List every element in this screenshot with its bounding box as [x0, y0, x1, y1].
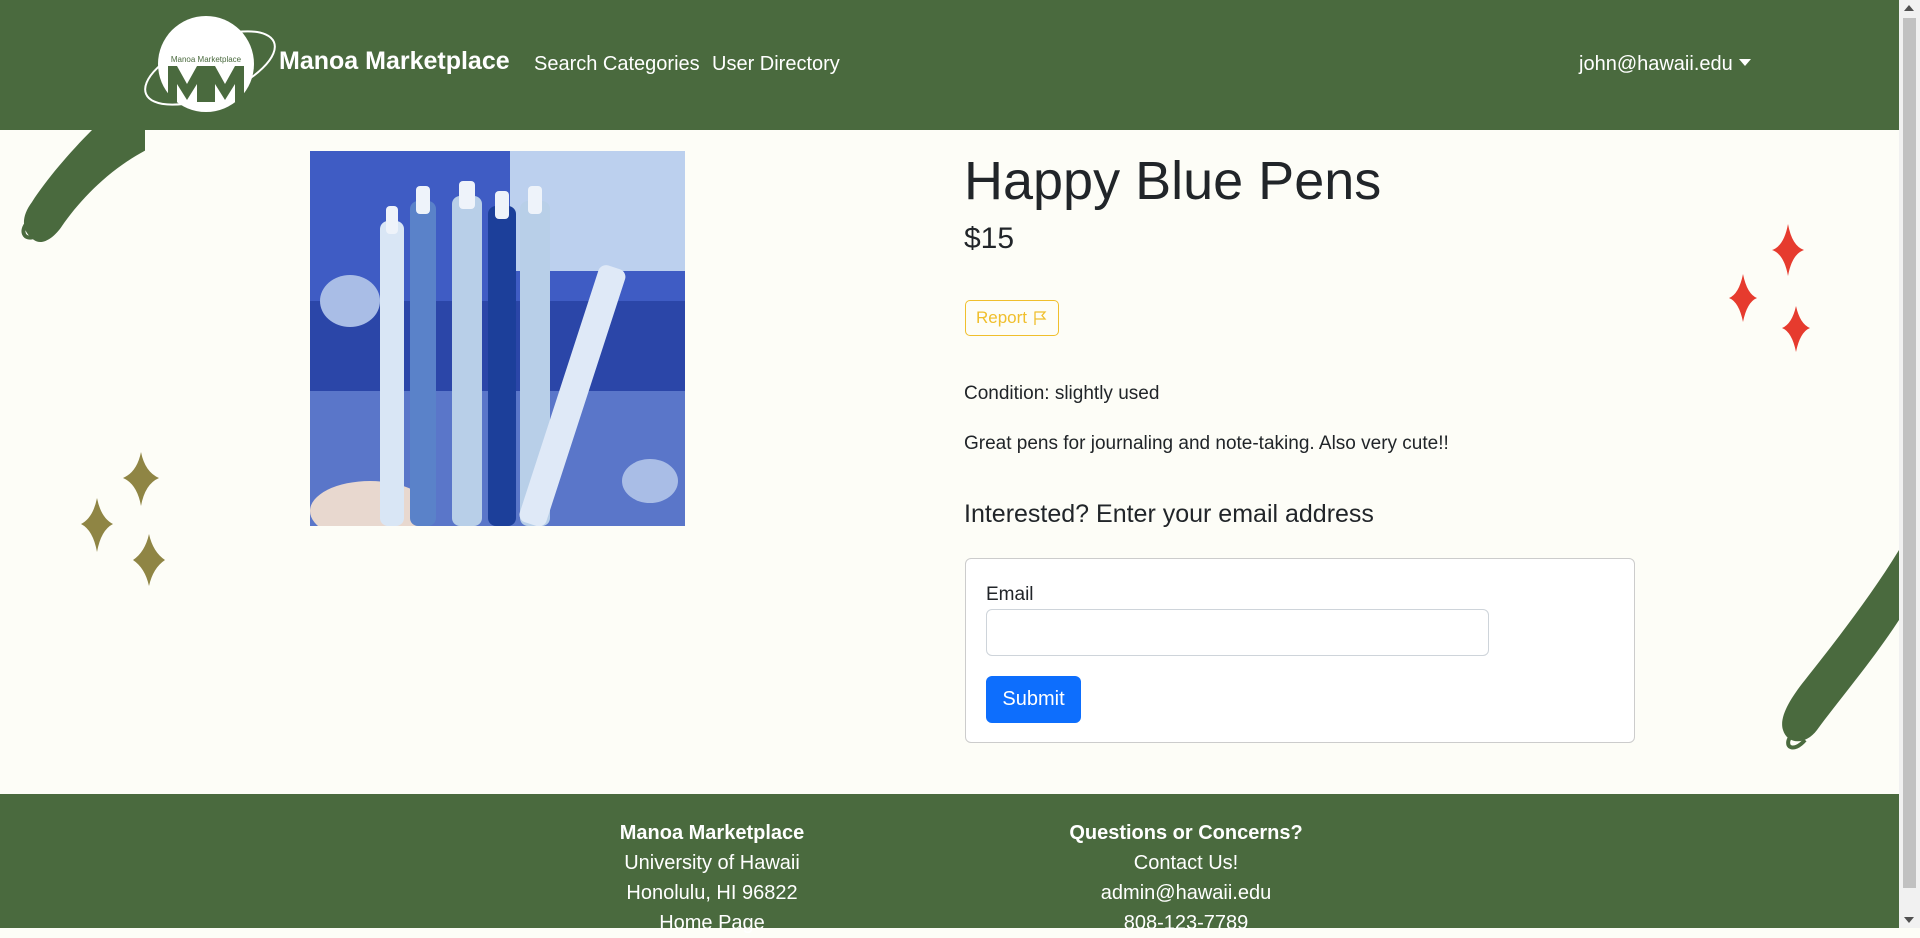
report-label: Report — [975, 308, 1028, 327]
product-price: $15 — [964, 222, 1015, 255]
footer-home-link[interactable]: Home Page — [612, 908, 812, 938]
nav-user-directory[interactable]: User Directory — [712, 53, 840, 76]
page-scrollbar[interactable] — [1899, 0, 1920, 928]
gold-sparkles-icon — [81, 452, 165, 586]
manoa-marketplace-logo[interactable]: Manoa Marketplace — [140, 12, 280, 124]
footer-phone: 808-123-7789 — [1123, 912, 1249, 934]
product-condition: Condition: slightly used — [964, 383, 1160, 404]
product-title: Happy Blue Pens — [964, 151, 1382, 211]
footer-contact-heading: Questions or Concerns? — [1069, 822, 1303, 844]
interest-form: Email Submit — [965, 558, 1635, 743]
product-image — [310, 151, 685, 526]
interest-heading: Interested? Enter your email address — [964, 500, 1374, 528]
email-field[interactable] — [986, 609, 1489, 656]
footer-about: Manoa Marketplace University of Hawaii H… — [612, 818, 812, 938]
green-brush-stroke-bottom-right — [1782, 550, 1899, 750]
report-button[interactable]: Report — [965, 300, 1059, 336]
user-menu-dropdown[interactable]: john@hawaii.edu — [1579, 53, 1751, 76]
scroll-down-icon[interactable] — [1904, 917, 1914, 923]
footer-contact: Questions or Concerns? Contact Us! admin… — [1066, 818, 1306, 938]
green-brush-stroke-top-left — [21, 130, 145, 243]
footer-address: Honolulu, HI 96822 — [626, 882, 798, 904]
navbar: Manoa Marketplace Manoa Marketplace Sear… — [0, 0, 1899, 130]
footer-email: admin@hawaii.edu — [1100, 882, 1272, 904]
submit-button[interactable]: Submit — [986, 676, 1081, 723]
logo-text: Manoa Marketplace — [171, 55, 242, 64]
footer-contact-link[interactable]: Contact Us! — [1066, 848, 1306, 878]
footer-university: University of Hawaii — [624, 852, 800, 874]
scroll-up-icon[interactable] — [1904, 5, 1914, 11]
chevron-down-icon — [1738, 59, 1751, 66]
flag-icon — [1034, 311, 1047, 325]
red-sparkles-icon — [1729, 224, 1810, 352]
brand-link[interactable]: Manoa Marketplace — [279, 47, 510, 76]
scrollbar-thumb[interactable] — [1903, 18, 1916, 888]
nav-search-categories[interactable]: Search Categories — [534, 53, 700, 76]
footer: Manoa Marketplace University of Hawaii H… — [0, 794, 1899, 934]
email-label: Email — [986, 584, 1034, 605]
product-description: Great pens for journaling and note-takin… — [964, 433, 1449, 454]
footer-about-heading: Manoa Marketplace — [619, 822, 805, 844]
user-email: john@hawaii.edu — [1579, 53, 1733, 75]
